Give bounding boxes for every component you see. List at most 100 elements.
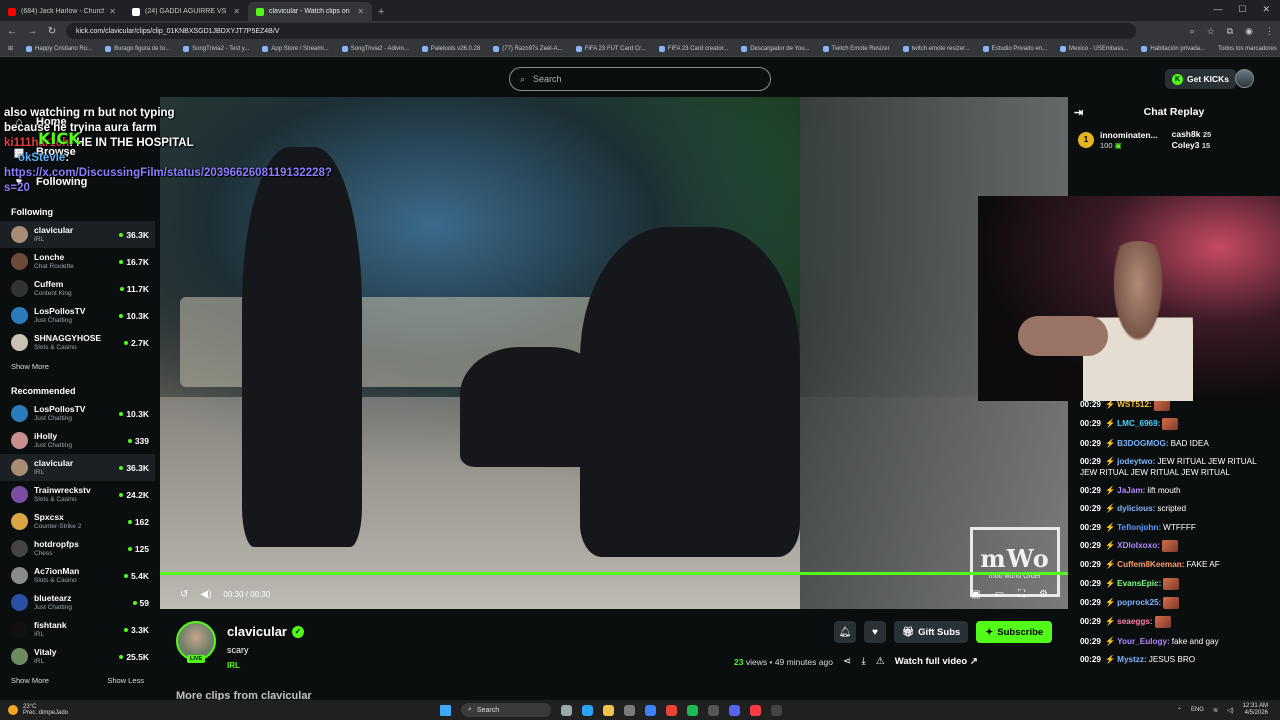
sidebar-channel-iholly[interactable]: iHolly Just Chatting 339 bbox=[0, 427, 155, 454]
get-kicks-button[interactable]: K Get KICKs bbox=[1165, 69, 1237, 89]
replay-icon[interactable]: ↺ bbox=[180, 589, 188, 600]
bookmark-item[interactable]: Mexico - USEmbass... bbox=[1060, 45, 1128, 52]
clock[interactable]: 12:31 AM 4/5/2026 bbox=[1243, 703, 1268, 717]
chat-username[interactable]: poprock25: bbox=[1117, 598, 1161, 607]
sidebar-channel-lonche[interactable]: Lonche Chat Roulette 16.7K bbox=[0, 248, 155, 275]
file-explorer-icon[interactable] bbox=[603, 704, 614, 716]
gift-subs-button[interactable]: 🎁︎ Gift Subs bbox=[894, 621, 969, 643]
follow-heart-button[interactable]: ♥ bbox=[864, 621, 886, 643]
chat-username[interactable]: Cuffem8Keeman: bbox=[1117, 560, 1184, 569]
extensions-icon[interactable]: ⧉ bbox=[1227, 26, 1233, 37]
sidebar-channel-cuffem[interactable]: Cuffem Content King 11.7K bbox=[0, 275, 155, 302]
chat-username[interactable]: LMC_6969: bbox=[1117, 419, 1160, 428]
video-progress-bar[interactable] bbox=[160, 572, 1068, 575]
app-icon[interactable] bbox=[771, 704, 782, 716]
sidebar-channel-lospollostv[interactable]: LosPollosTV Just Chatting 10.3K bbox=[0, 302, 155, 329]
chat-username[interactable]: jodeytwo: bbox=[1117, 457, 1155, 466]
sidebar-channel-hotdropfps[interactable]: hotdropfps Chess 125 bbox=[0, 535, 155, 562]
fullscreen-icon[interactable]: ⛶ bbox=[1018, 589, 1025, 600]
report-icon[interactable]: ⚠ bbox=[876, 656, 885, 667]
channel-category[interactable]: IRL bbox=[227, 661, 240, 670]
chat-username[interactable]: XDloIxoxo: bbox=[1117, 541, 1160, 550]
chat-username[interactable]: WST512: bbox=[1117, 400, 1152, 409]
maximize-icon[interactable]: ☐ bbox=[1238, 4, 1246, 15]
sidebar-channel-spxcsx[interactable]: Spxcsx Counter-Strike 2 162 bbox=[0, 508, 155, 535]
task-view-icon[interactable] bbox=[561, 704, 572, 716]
sidebar-channel-fishtank[interactable]: fishtank IRL 3.3K bbox=[0, 616, 155, 643]
taskbar-search[interactable]: ⌕ Search bbox=[461, 703, 551, 717]
tab-close-icon[interactable]: ✕ bbox=[109, 7, 116, 16]
back-icon[interactable]: ← bbox=[6, 26, 18, 37]
download-icon[interactable]: ⤓ bbox=[861, 656, 865, 667]
browser-tab[interactable]: clavicular - Watch clips on Kick ✕ bbox=[248, 2, 372, 21]
store-icon[interactable] bbox=[624, 704, 635, 716]
sidebar-channel-clavicular[interactable]: clavicular IRL 36.3K bbox=[0, 454, 155, 481]
tray-chevron-icon[interactable]: ⌃ bbox=[1177, 707, 1182, 714]
show-more-button[interactable]: Show More bbox=[11, 676, 49, 685]
bookmark-item[interactable]: Estudio Privado en... bbox=[982, 45, 1047, 52]
weather-widget[interactable]: 23°C Prec. dimpeJado bbox=[0, 704, 440, 716]
discord-icon[interactable] bbox=[729, 704, 740, 716]
theater-mode-icon[interactable]: ▭ bbox=[995, 589, 1004, 600]
bookmark-item[interactable]: Burago figura de to... bbox=[105, 45, 170, 52]
chat-username[interactable]: JaJam: bbox=[1117, 486, 1145, 495]
sidebar-channel-clavicular[interactable]: clavicular IRL 36.3K bbox=[0, 221, 155, 248]
bookmark-item[interactable]: Habitación privada... bbox=[1141, 45, 1205, 52]
profile-icon[interactable]: ◉ bbox=[1245, 26, 1253, 37]
bookmark-item[interactable]: Paletools v26.0.28 bbox=[421, 45, 480, 52]
share-icon[interactable]: ⋖ bbox=[843, 656, 851, 667]
browser-tab[interactable]: (684) Jack Harlow - Churchill D... ✕ bbox=[0, 2, 124, 21]
show-more-following[interactable]: Show More bbox=[0, 356, 155, 376]
speaker-icon[interactable]: ◁) bbox=[1227, 707, 1234, 714]
tab-close-icon[interactable]: ✕ bbox=[233, 7, 240, 16]
subscribe-button[interactable]: ✦ Subscribe bbox=[976, 621, 1053, 643]
wifi-icon[interactable]: ≋ bbox=[1213, 707, 1218, 714]
new-tab-button[interactable]: + bbox=[378, 6, 384, 18]
notification-bell-button[interactable]: 🔔︎ bbox=[834, 621, 856, 643]
close-icon[interactable]: ✕ bbox=[1262, 4, 1270, 15]
music-icon[interactable] bbox=[750, 704, 761, 716]
settings-icon[interactable]: ⚙ bbox=[1039, 589, 1048, 600]
gifter-name[interactable]: Coley3 bbox=[1172, 140, 1200, 150]
url-field[interactable]: kick.com/clavicular/clips/clip_01KNBXSGD… bbox=[66, 23, 1136, 39]
gifter-name[interactable]: cash8k bbox=[1172, 129, 1201, 139]
bookmark-item[interactable]: Descargador de You... bbox=[741, 45, 810, 52]
bookmark-star-icon[interactable]: ☆ bbox=[1207, 26, 1215, 37]
bookmark-item[interactable]: FIFA 23 FUT Card Cr... bbox=[575, 45, 646, 52]
tab-close-icon[interactable]: ✕ bbox=[357, 7, 364, 16]
collapse-chat-icon[interactable]: ⇥ bbox=[1074, 106, 1083, 119]
windows-start-icon[interactable] bbox=[440, 704, 451, 716]
bookmark-item[interactable]: App Store / Streami... bbox=[262, 45, 329, 52]
zoom-icon[interactable]: ⌕ bbox=[1190, 26, 1195, 37]
sidebar-channel-shnaggyhose[interactable]: SHNAGGYHOSE Slots & Casino 2.7K bbox=[0, 329, 155, 356]
sidebar-channel-trainwreckstv[interactable]: Trainwreckstv Slots & Casino 24.2K bbox=[0, 481, 155, 508]
sidebar-channel-lospollostv[interactable]: LosPollosTV Just Chatting 10.3K bbox=[0, 400, 155, 427]
menu-icon[interactable]: ⋮ bbox=[1265, 26, 1274, 37]
bookmark-item[interactable]: twitch emote resizer... bbox=[902, 45, 970, 52]
leader-name[interactable]: innominaten... bbox=[1100, 130, 1158, 141]
channel-name[interactable]: clavicular bbox=[227, 624, 287, 639]
search-input[interactable]: ⌕ Search bbox=[509, 67, 771, 91]
bookmark-item[interactable]: SongTrivia2 - Adivin... bbox=[341, 45, 409, 52]
reload-icon[interactable]: ↻ bbox=[46, 26, 58, 37]
obs-icon[interactable] bbox=[708, 704, 719, 716]
spotify-icon[interactable] bbox=[687, 704, 698, 716]
volume-icon[interactable]: ◀) bbox=[200, 589, 211, 600]
chat-username[interactable]: EvansEpic: bbox=[1117, 579, 1161, 588]
chat-username[interactable]: Your_Eulogy: bbox=[1117, 637, 1170, 646]
picture-in-picture-icon[interactable]: ▣ bbox=[971, 589, 980, 600]
bookmark-item[interactable]: SongTrivia2 - Test y... bbox=[183, 45, 249, 52]
bookmark-item[interactable]: Twitch Emote Resizer bbox=[822, 45, 890, 52]
user-avatar[interactable] bbox=[1235, 69, 1254, 88]
all-bookmarks-link[interactable]: Todos los marcadores bbox=[1218, 46, 1277, 52]
edge-icon[interactable] bbox=[582, 704, 593, 716]
bookmark-item[interactable]: FIFA 23 Card creator... bbox=[658, 45, 728, 52]
sidebar-channel-vitaly[interactable]: Vitaly IRL 25.5K bbox=[0, 643, 155, 670]
watch-full-video-link[interactable]: Watch full video ↗ bbox=[895, 656, 978, 667]
chat-username[interactable]: Mystzz: bbox=[1117, 655, 1147, 664]
forward-icon[interactable]: → bbox=[26, 26, 38, 37]
bookmark-item[interactable]: (77) Razo97s Zeel-A... bbox=[493, 45, 563, 52]
browser-tab[interactable]: (24) GADDI AGUIRRE VS SANTI... ✕ bbox=[124, 2, 248, 21]
chat-username[interactable]: B3DOGMOG: bbox=[1117, 439, 1168, 448]
sidebar-channel-bluetearz[interactable]: bluetearz Just Chatting 59 bbox=[0, 589, 155, 616]
